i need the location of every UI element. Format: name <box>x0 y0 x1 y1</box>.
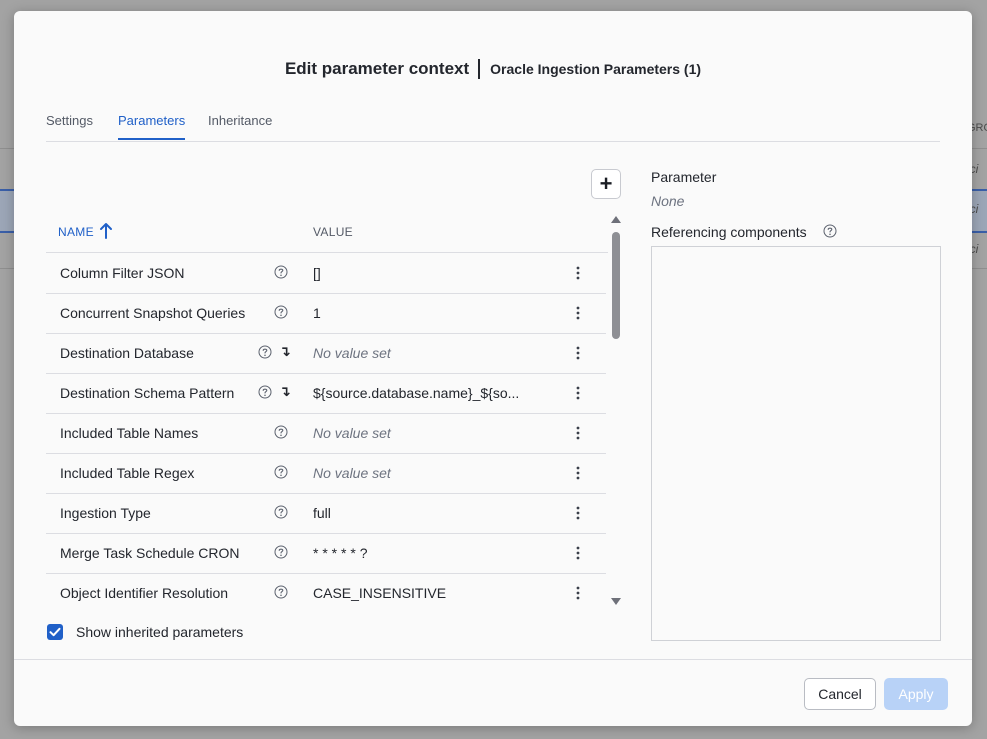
cancel-button[interactable]: Cancel <box>804 678 876 710</box>
dialog-title: Edit parameter context Oracle Ingestion P… <box>14 59 972 79</box>
table-row[interactable]: Concurrent Snapshot Queries 1 <box>46 293 606 334</box>
help-icon[interactable] <box>258 345 272 359</box>
tab-settings[interactable]: Settings <box>46 113 93 138</box>
table-row[interactable]: Column Filter JSON [] <box>46 253 606 294</box>
help-icon[interactable] <box>274 465 288 479</box>
row-actions-menu-icon[interactable] <box>572 425 584 441</box>
checkmark-icon <box>49 627 61 637</box>
sort-ascending-icon[interactable] <box>99 222 113 240</box>
help-icon[interactable] <box>274 265 288 279</box>
parameters-table: NAME VALUE Column Filter JSON [] Concurren… <box>46 212 608 612</box>
table-row[interactable]: Object Identifier Resolution CASE_INSENSI… <box>46 573 606 612</box>
parameter-name: Destination Database <box>60 345 194 361</box>
table-row[interactable]: Destination Database ↴ No value set <box>46 333 606 374</box>
help-icon[interactable] <box>823 224 837 238</box>
parameter-value: No value set <box>313 345 391 361</box>
dialog-footer: Cancel Apply <box>14 659 972 726</box>
tab-inheritance[interactable]: Inheritance <box>208 113 272 138</box>
row-actions-menu-icon[interactable] <box>572 585 584 601</box>
parameter-name: Concurrent Snapshot Queries <box>60 305 246 321</box>
help-icon[interactable] <box>274 305 288 319</box>
parameter-name: Included Table Names <box>60 425 199 441</box>
table-row[interactable]: Included Table Names No value set <box>46 413 606 454</box>
row-actions-menu-icon[interactable] <box>572 305 584 321</box>
dialog-subtitle: Oracle Ingestion Parameters (1) <box>490 61 702 77</box>
row-actions-menu-icon[interactable] <box>572 345 584 361</box>
parameter-value: * * * * * ? <box>313 545 368 561</box>
tab-bar: Settings Parameters Inheritance <box>46 109 940 142</box>
show-inherited-checkbox[interactable] <box>47 624 63 640</box>
title-separator <box>478 59 481 79</box>
parameter-name: Destination Schema Pattern <box>60 385 235 401</box>
row-actions-menu-icon[interactable] <box>572 265 584 281</box>
table-header: NAME VALUE <box>46 212 608 253</box>
column-header-name[interactable]: NAME <box>58 225 94 239</box>
tab-parameters[interactable]: Parameters <box>118 113 186 140</box>
help-icon[interactable] <box>274 545 288 559</box>
parameter-name: Included Table Regex <box>60 465 195 481</box>
show-inherited-label[interactable]: Show inherited parameters <box>76 624 243 640</box>
dialog-title-text: Edit parameter context <box>284 59 470 78</box>
edit-parameter-context-dialog: Edit parameter context Oracle Ingestion P… <box>14 11 972 726</box>
help-icon[interactable] <box>258 385 272 399</box>
apply-button[interactable]: Apply <box>884 678 948 710</box>
row-actions-menu-icon[interactable] <box>572 505 584 521</box>
parameter-value: No value set <box>313 425 391 441</box>
parameter-value: No value set <box>313 465 391 481</box>
scroll-up-arrow-icon[interactable] <box>611 216 621 223</box>
table-row[interactable]: Ingestion Type full <box>46 493 606 534</box>
row-actions-menu-icon[interactable] <box>572 545 584 561</box>
inherited-parameter-icon: ↴ <box>279 343 291 359</box>
parameter-detail-label: Parameter <box>651 169 717 185</box>
table-row[interactable]: Included Table Regex No value set <box>46 453 606 494</box>
inherited-parameter-icon: ↴ <box>279 383 291 399</box>
parameter-value: full <box>313 505 331 521</box>
parameter-value: CASE_INSENSITIVE <box>313 585 447 601</box>
parameter-value: [] <box>313 265 321 281</box>
help-icon[interactable] <box>274 505 288 519</box>
parameter-value: ${source.database.name}_${so... <box>313 385 520 401</box>
parameter-name: Ingestion Type <box>60 505 151 521</box>
table-row[interactable]: Destination Schema Pattern ↴ ${source.data… <box>46 373 606 414</box>
column-header-value[interactable]: VALUE <box>313 225 353 239</box>
parameter-name: Column Filter JSON <box>60 265 185 281</box>
scroll-down-arrow-icon[interactable] <box>611 598 621 605</box>
help-icon[interactable] <box>274 585 288 599</box>
parameter-value: 1 <box>313 305 321 321</box>
parameter-name: Merge Task Schedule CRON <box>60 545 240 561</box>
parameter-detail-value: None <box>651 193 685 209</box>
table-scrollbar-thumb[interactable] <box>612 232 620 339</box>
table-row[interactable]: Merge Task Schedule CRON * * * * * ? <box>46 533 606 574</box>
help-icon[interactable] <box>274 425 288 439</box>
referencing-components-list <box>651 246 941 641</box>
parameter-name: Object Identifier Resolution <box>60 585 229 601</box>
referencing-components-label: Referencing components <box>651 224 807 240</box>
row-actions-menu-icon[interactable] <box>572 385 584 401</box>
row-actions-menu-icon[interactable] <box>572 465 584 481</box>
add-parameter-button[interactable]: + <box>591 169 621 199</box>
